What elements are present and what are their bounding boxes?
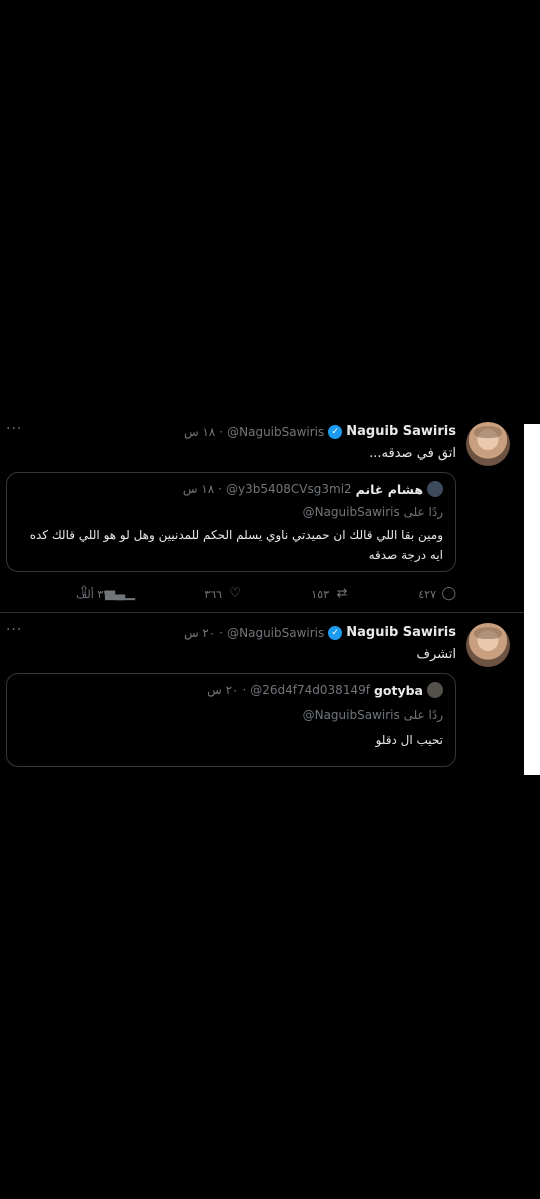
separator-dot: · xyxy=(242,683,247,697)
verified-badge-icon: ✓ xyxy=(328,425,343,439)
quote-handle: @26d4f74d038149f xyxy=(250,683,370,697)
quote-avatar xyxy=(427,481,443,497)
retweet-count: ١٥٣ xyxy=(311,587,330,601)
tweet-text: اتق في صدقه... xyxy=(369,446,456,461)
tweet-2[interactable]: ٢٠ س · @NaguibSawiris ✓ Naguib Sawiris ·… xyxy=(0,613,524,775)
more-options-icon[interactable]: ··· xyxy=(6,622,22,638)
tweet-text: اتشرف xyxy=(416,647,456,662)
quote-text: ومين بقا اللي قالك ان حميدتي ناوي يسلم ا… xyxy=(29,528,443,562)
views-icon: ▁▃▅ xyxy=(105,586,136,601)
heart-icon: ♡ xyxy=(229,586,241,601)
quote-avatar xyxy=(427,682,443,698)
retweet-icon: ⇄ xyxy=(336,586,348,601)
reply-prefix: ردًا على xyxy=(403,505,443,519)
quoted-tweet[interactable]: ١٨ س · @y3b5408CVsg3mi2 هشام غانم ردًا ع… xyxy=(6,472,456,572)
author-name[interactable]: Naguib Sawiris xyxy=(346,624,456,642)
reply-mention[interactable]: @NaguibSawiris xyxy=(303,505,400,519)
tweet-actions: ◯ ٤٢٧ ⇄ ١٥٣ ♡ ٣٦٦ ▁▃▅ ٣٣٧ ألف xyxy=(76,585,456,603)
avatar[interactable] xyxy=(466,422,510,466)
retweet-button[interactable]: ⇄ ١٥٣ xyxy=(311,585,349,603)
reply-count: ٤٢٧ xyxy=(418,587,436,601)
author-handle[interactable]: @NaguibSawiris xyxy=(227,624,324,642)
reply-to-line: ردًا على @NaguibSawiris xyxy=(303,708,443,722)
quote-header: ٢٠ س · @26d4f74d038149f gotyba xyxy=(207,682,443,698)
quoted-tweet[interactable]: ٢٠ س · @26d4f74d038149f gotyba ردًا على … xyxy=(6,673,456,767)
reply-icon: ◯ xyxy=(441,586,456,601)
tweet-feed: ١٨ س · @NaguibSawiris ✓ Naguib Sawiris ·… xyxy=(0,410,524,775)
author-handle[interactable]: @NaguibSawiris xyxy=(227,423,324,441)
tweet-1[interactable]: ١٨ س · @NaguibSawiris ✓ Naguib Sawiris ·… xyxy=(0,410,524,610)
reply-to-line: ردًا على @NaguibSawiris xyxy=(303,505,443,519)
verified-badge-icon: ✓ xyxy=(328,626,343,640)
like-count: ٣٦٦ xyxy=(204,587,223,601)
tweet-header: ٢٠ س · @NaguibSawiris ✓ Naguib Sawiris xyxy=(184,624,456,642)
tweet-header: ١٨ س · @NaguibSawiris ✓ Naguib Sawiris xyxy=(184,423,456,441)
reply-prefix: ردًا على xyxy=(403,708,443,722)
quote-time: ٢٠ س xyxy=(207,683,239,697)
avatar[interactable] xyxy=(466,623,510,667)
reply-mention[interactable]: @NaguibSawiris xyxy=(303,708,400,722)
quote-header: ١٨ س · @y3b5408CVsg3mi2 هشام غانم xyxy=(183,481,443,497)
quote-author-name: gotyba xyxy=(373,682,423,698)
tweet-time[interactable]: ١٨ س xyxy=(184,423,215,441)
reply-button[interactable]: ◯ ٤٢٧ xyxy=(418,585,456,603)
quote-author-name: هشام غانم xyxy=(355,481,423,497)
separator-dot: · xyxy=(219,626,224,640)
separator-dot: · xyxy=(218,482,223,496)
quote-text: تحيب ال دقلو xyxy=(375,733,443,747)
share-icon[interactable]: ⇧ xyxy=(77,585,91,599)
quote-handle: @y3b5408CVsg3mi2 xyxy=(226,482,352,496)
separator-dot: · xyxy=(219,425,224,439)
right-edge-strip xyxy=(524,424,540,775)
like-button[interactable]: ♡ ٣٦٦ xyxy=(204,585,242,603)
more-options-icon[interactable]: ··· xyxy=(6,421,22,437)
author-name[interactable]: Naguib Sawiris xyxy=(346,423,456,441)
quote-time: ١٨ س xyxy=(182,482,215,496)
tweet-time[interactable]: ٢٠ س xyxy=(184,624,215,642)
